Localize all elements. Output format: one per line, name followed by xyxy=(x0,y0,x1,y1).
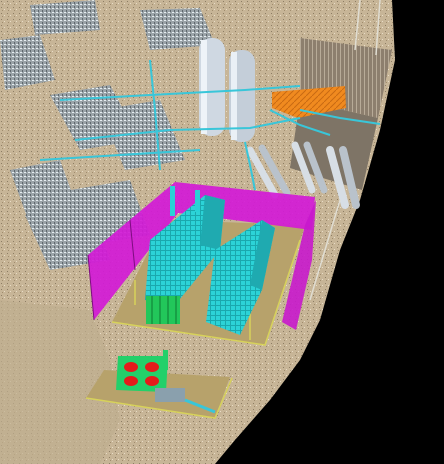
plant-3d-scene xyxy=(0,0,444,464)
scene-canvas xyxy=(0,0,444,464)
green-pump-module xyxy=(146,296,180,324)
